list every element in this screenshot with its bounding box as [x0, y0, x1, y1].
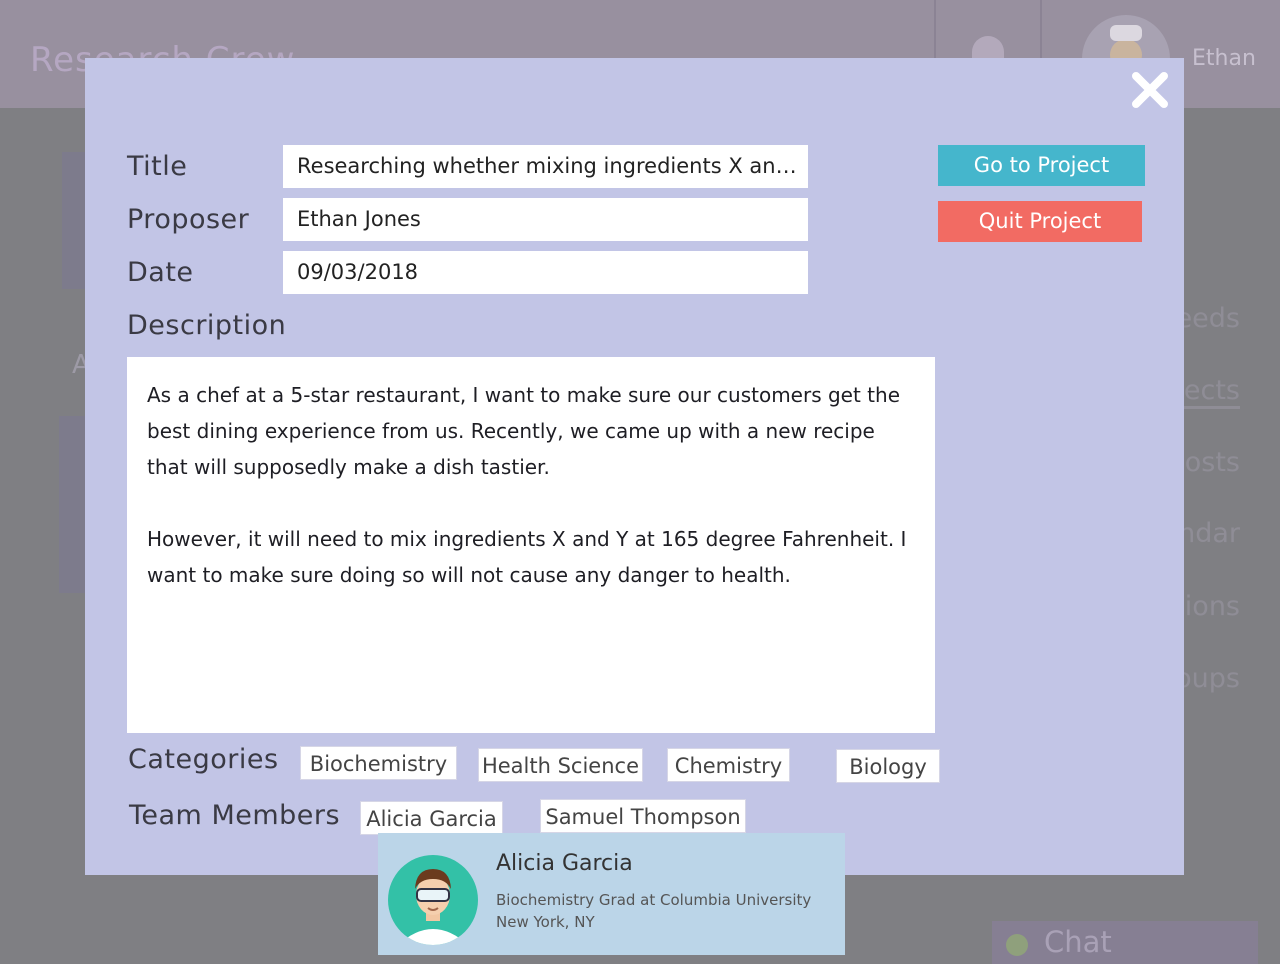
- team-members-label: Team Members: [129, 800, 341, 831]
- team-member-chip[interactable]: Alicia Garcia: [360, 801, 503, 835]
- category-chip: Biology: [836, 749, 940, 783]
- chat-label: Chat: [1044, 925, 1112, 959]
- proposer-label: Proposer: [127, 204, 250, 235]
- category-chip: Chemistry: [667, 748, 790, 782]
- description-label: Description: [127, 310, 287, 341]
- description-box: As a chef at a 5-star restaurant, I want…: [127, 357, 935, 733]
- team-member-chip[interactable]: Samuel Thompson: [540, 799, 746, 833]
- member-name: Alicia Garcia: [496, 851, 633, 876]
- title-field: Researching whether mixing ingredients X…: [283, 145, 808, 188]
- proposer-field: Ethan Jones: [283, 198, 808, 241]
- member-title: Biochemistry Grad at Columbia University: [496, 891, 812, 909]
- member-profile-card: Alicia Garcia Biochemistry Grad at Colum…: [378, 833, 845, 955]
- member-location: New York, NY: [496, 913, 595, 931]
- quit-project-button[interactable]: Quit Project: [938, 201, 1142, 242]
- description-paragraph: However, it will need to mix ingredients…: [147, 527, 907, 587]
- project-details-modal: Title Researching whether mixing ingredi…: [85, 58, 1184, 875]
- go-to-project-button[interactable]: Go to Project: [938, 145, 1145, 186]
- category-chip: Health Science: [478, 748, 643, 782]
- member-avatar: [388, 855, 478, 945]
- title-label: Title: [127, 151, 188, 182]
- chat-bar[interactable]: Chat: [992, 921, 1258, 964]
- category-chip: Biochemistry: [300, 746, 457, 780]
- description-paragraph: As a chef at a 5-star restaurant, I want…: [147, 383, 901, 479]
- date-field: 09/03/2018: [283, 251, 808, 294]
- user-name[interactable]: Ethan: [1192, 46, 1256, 71]
- close-icon[interactable]: [1130, 70, 1170, 110]
- categories-label: Categories: [128, 744, 279, 775]
- online-status-icon: [1006, 934, 1028, 956]
- date-label: Date: [127, 257, 194, 288]
